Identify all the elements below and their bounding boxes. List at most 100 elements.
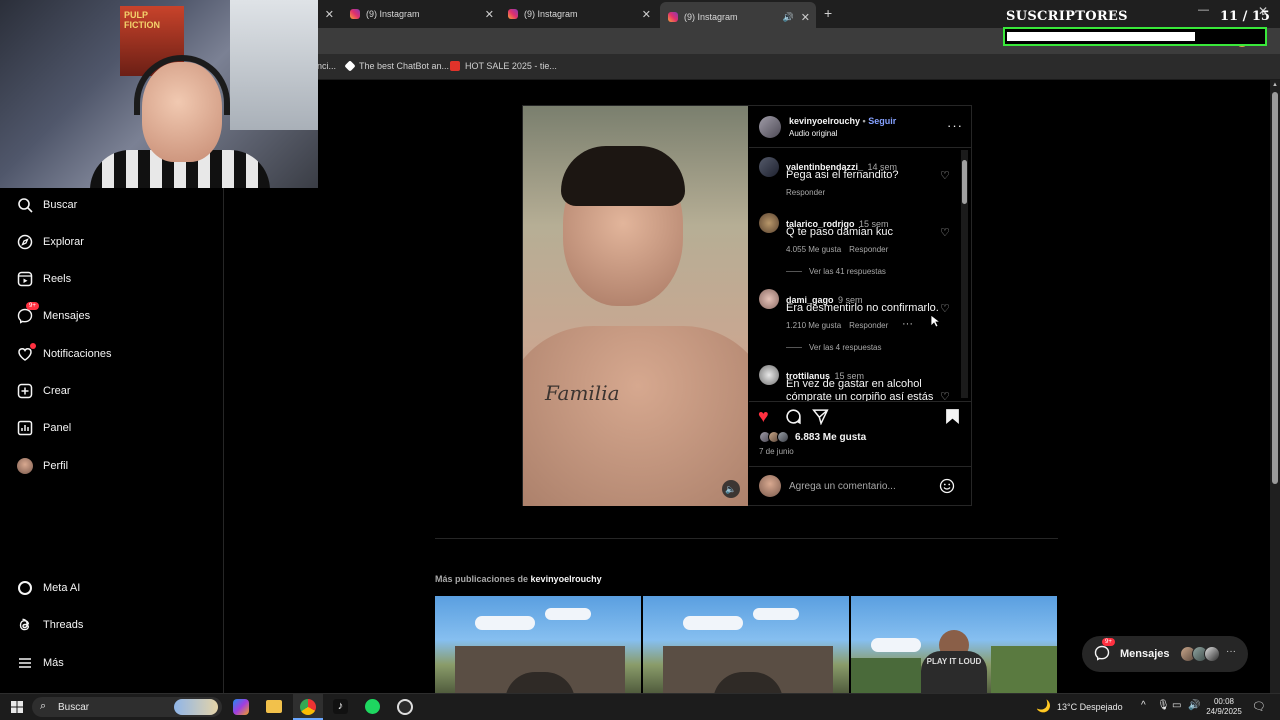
volume-icon[interactable]: 🔊 — [1188, 700, 1200, 711]
reels-icon — [16, 270, 34, 288]
taskbar-chrome-active[interactable] — [293, 694, 323, 720]
bookmark-item[interactable]: nci... — [317, 61, 336, 71]
network-icon[interactable]: ▭ — [1172, 700, 1181, 711]
tab-instagram-2[interactable]: (9) Instagram ✕ — [508, 4, 651, 24]
reply-button[interactable]: Responder — [786, 188, 825, 197]
minimize-icon[interactable]: — — [1198, 4, 1209, 16]
instagram-sidebar: Buscar Explorar Reels 9+ Mensajes Notifi… — [0, 188, 224, 693]
liked-by-avatars — [759, 431, 793, 443]
hot-sale-icon — [450, 61, 460, 71]
bookmark-item[interactable]: HOT SALE 2025 - tie... — [450, 61, 557, 71]
sidebar-item-reels[interactable]: Reels — [16, 270, 71, 288]
taskbar-search[interactable]: ⌕ Buscar — [32, 697, 222, 717]
tiktok-icon[interactable]: ♪ — [333, 699, 348, 714]
sidebar-item-perfil[interactable]: Perfil — [16, 457, 68, 475]
copilot-icon[interactable] — [233, 699, 249, 715]
avatar[interactable] — [759, 157, 779, 177]
sidebar-item-crear[interactable]: Crear — [16, 382, 71, 400]
sidebar-item-label: Reels — [43, 273, 72, 285]
comment-options-icon[interactable]: ··· — [902, 318, 913, 330]
more-options-icon[interactable]: ··· — [947, 118, 963, 133]
more-posts-author[interactable]: kevinyoelrouchy — [531, 574, 602, 584]
notification-badge: 9+ — [1102, 638, 1115, 646]
tab-instagram-3[interactable]: (9) Instagram 🔊 ✕ — [660, 2, 816, 28]
comment-meta: 1.210 Me gusta Responder — [786, 321, 888, 330]
comment-button[interactable] — [785, 408, 802, 430]
tattoo-text: Familia — [545, 381, 620, 405]
author-username[interactable]: kevinyoelrouchy — [789, 116, 860, 126]
comment-likes[interactable]: 4.055 Me gusta — [786, 245, 841, 254]
instagram-icon — [668, 12, 678, 22]
comment-like-icon[interactable]: ♡ — [940, 169, 950, 182]
microphone-icon[interactable]: 🎙 — [1157, 700, 1170, 711]
video-person-hair — [561, 146, 685, 206]
subscribers-progress-bar — [1003, 27, 1267, 46]
avatar[interactable] — [759, 213, 779, 233]
page-scrollbar[interactable]: ▲ — [1270, 80, 1280, 693]
avatar[interactable] — [759, 365, 779, 385]
comments-scrollbar[interactable] — [961, 150, 968, 398]
chevron-up-icon[interactable]: ^ — [1141, 700, 1146, 711]
new-tab-button[interactable]: + — [824, 5, 832, 21]
like-button[interactable]: ♥ — [758, 406, 769, 427]
avatar[interactable] — [759, 289, 779, 309]
emoji-button[interactable] — [939, 478, 955, 499]
messages-pill[interactable]: 9+ Mensajes ··· — [1082, 636, 1248, 672]
spotify-icon[interactable] — [365, 699, 380, 714]
comments-scrollbar-thumb[interactable] — [962, 160, 967, 204]
sidebar-item-label: Crear — [43, 385, 71, 397]
comment-like-icon[interactable]: ♡ — [940, 302, 950, 315]
tab-instagram-1[interactable]: (9) Instagram ✕ — [350, 4, 494, 24]
post-thumbnail[interactable]: PLAY IT LOUD — [851, 596, 1057, 694]
weather-text[interactable]: 13°C Despejado — [1057, 702, 1123, 712]
sidebar-item-label: Panel — [43, 422, 72, 434]
bookmark-item[interactable]: The best ChatBot an... — [344, 60, 450, 72]
close-icon[interactable]: ✕ — [325, 8, 334, 21]
comment-input[interactable]: Agrega un comentario... — [789, 481, 896, 492]
tab-close-partial[interactable]: ✕ — [322, 4, 334, 24]
post-thumbnail[interactable] — [643, 596, 849, 694]
obs-icon[interactable] — [397, 699, 413, 715]
sidebar-item-label: Meta AI — [43, 582, 81, 594]
share-button[interactable] — [812, 408, 829, 430]
comment-likes[interactable]: 1.210 Me gusta — [786, 321, 841, 330]
sidebar-item-notificaciones[interactable]: Notificaciones — [16, 343, 111, 363]
author-avatar[interactable] — [759, 116, 781, 138]
view-replies-button[interactable]: Ver las 41 respuestas — [786, 267, 886, 276]
mouse-cursor — [930, 314, 942, 333]
search-icon — [16, 196, 34, 214]
sidebar-item-threads[interactable]: Threads — [16, 616, 83, 634]
search-icon: ⌕ — [40, 700, 47, 712]
clock-date: 24/9/2025 — [1206, 707, 1242, 716]
close-icon[interactable]: ✕ — [642, 8, 651, 21]
sidebar-item-label: Perfil — [43, 460, 69, 472]
reel-video[interactable]: Familia 🔈 — [523, 106, 748, 506]
sidebar-item-meta-ai[interactable]: Meta AI — [16, 579, 80, 597]
close-icon[interactable]: ✕ — [485, 8, 494, 21]
post-thumbnail[interactable] — [435, 596, 641, 694]
save-button[interactable] — [945, 408, 960, 430]
speaker-icon[interactable]: 🔊 — [783, 12, 794, 23]
comment-like-icon[interactable]: ♡ — [940, 226, 950, 239]
page-scrollbar-thumb[interactable] — [1272, 92, 1278, 484]
notifications-icon[interactable]: 🗨 — [1252, 700, 1266, 713]
sidebar-item-buscar[interactable]: Buscar — [16, 196, 77, 214]
close-icon[interactable]: ✕ — [801, 11, 810, 24]
audio-label[interactable]: Audio original — [789, 129, 837, 138]
reply-button[interactable]: Responder — [849, 245, 888, 254]
clock[interactable]: 00:08 24/9/2025 — [1206, 697, 1242, 717]
windows-start-icon[interactable] — [11, 701, 23, 716]
view-replies-button[interactable]: Ver las 4 respuestas — [786, 343, 881, 352]
sidebar-item-panel[interactable]: Panel — [16, 419, 71, 437]
likes-count[interactable]: 6.883 Me gusta — [795, 432, 866, 443]
sidebar-item-mas[interactable]: Más — [16, 654, 64, 672]
reply-button[interactable]: Responder — [849, 321, 888, 330]
file-explorer-icon[interactable] — [266, 700, 282, 713]
scroll-up-icon[interactable]: ▲ — [1272, 82, 1278, 88]
follow-button[interactable]: Seguir — [868, 116, 896, 126]
mute-button[interactable]: 🔈 — [722, 480, 740, 498]
sidebar-item-mensajes[interactable]: 9+ Mensajes — [16, 302, 90, 325]
comment-like-icon[interactable]: ♡ — [940, 390, 950, 401]
bookmark-label: The best ChatBot an... — [359, 61, 450, 71]
sidebar-item-explorar[interactable]: Explorar — [16, 233, 84, 251]
